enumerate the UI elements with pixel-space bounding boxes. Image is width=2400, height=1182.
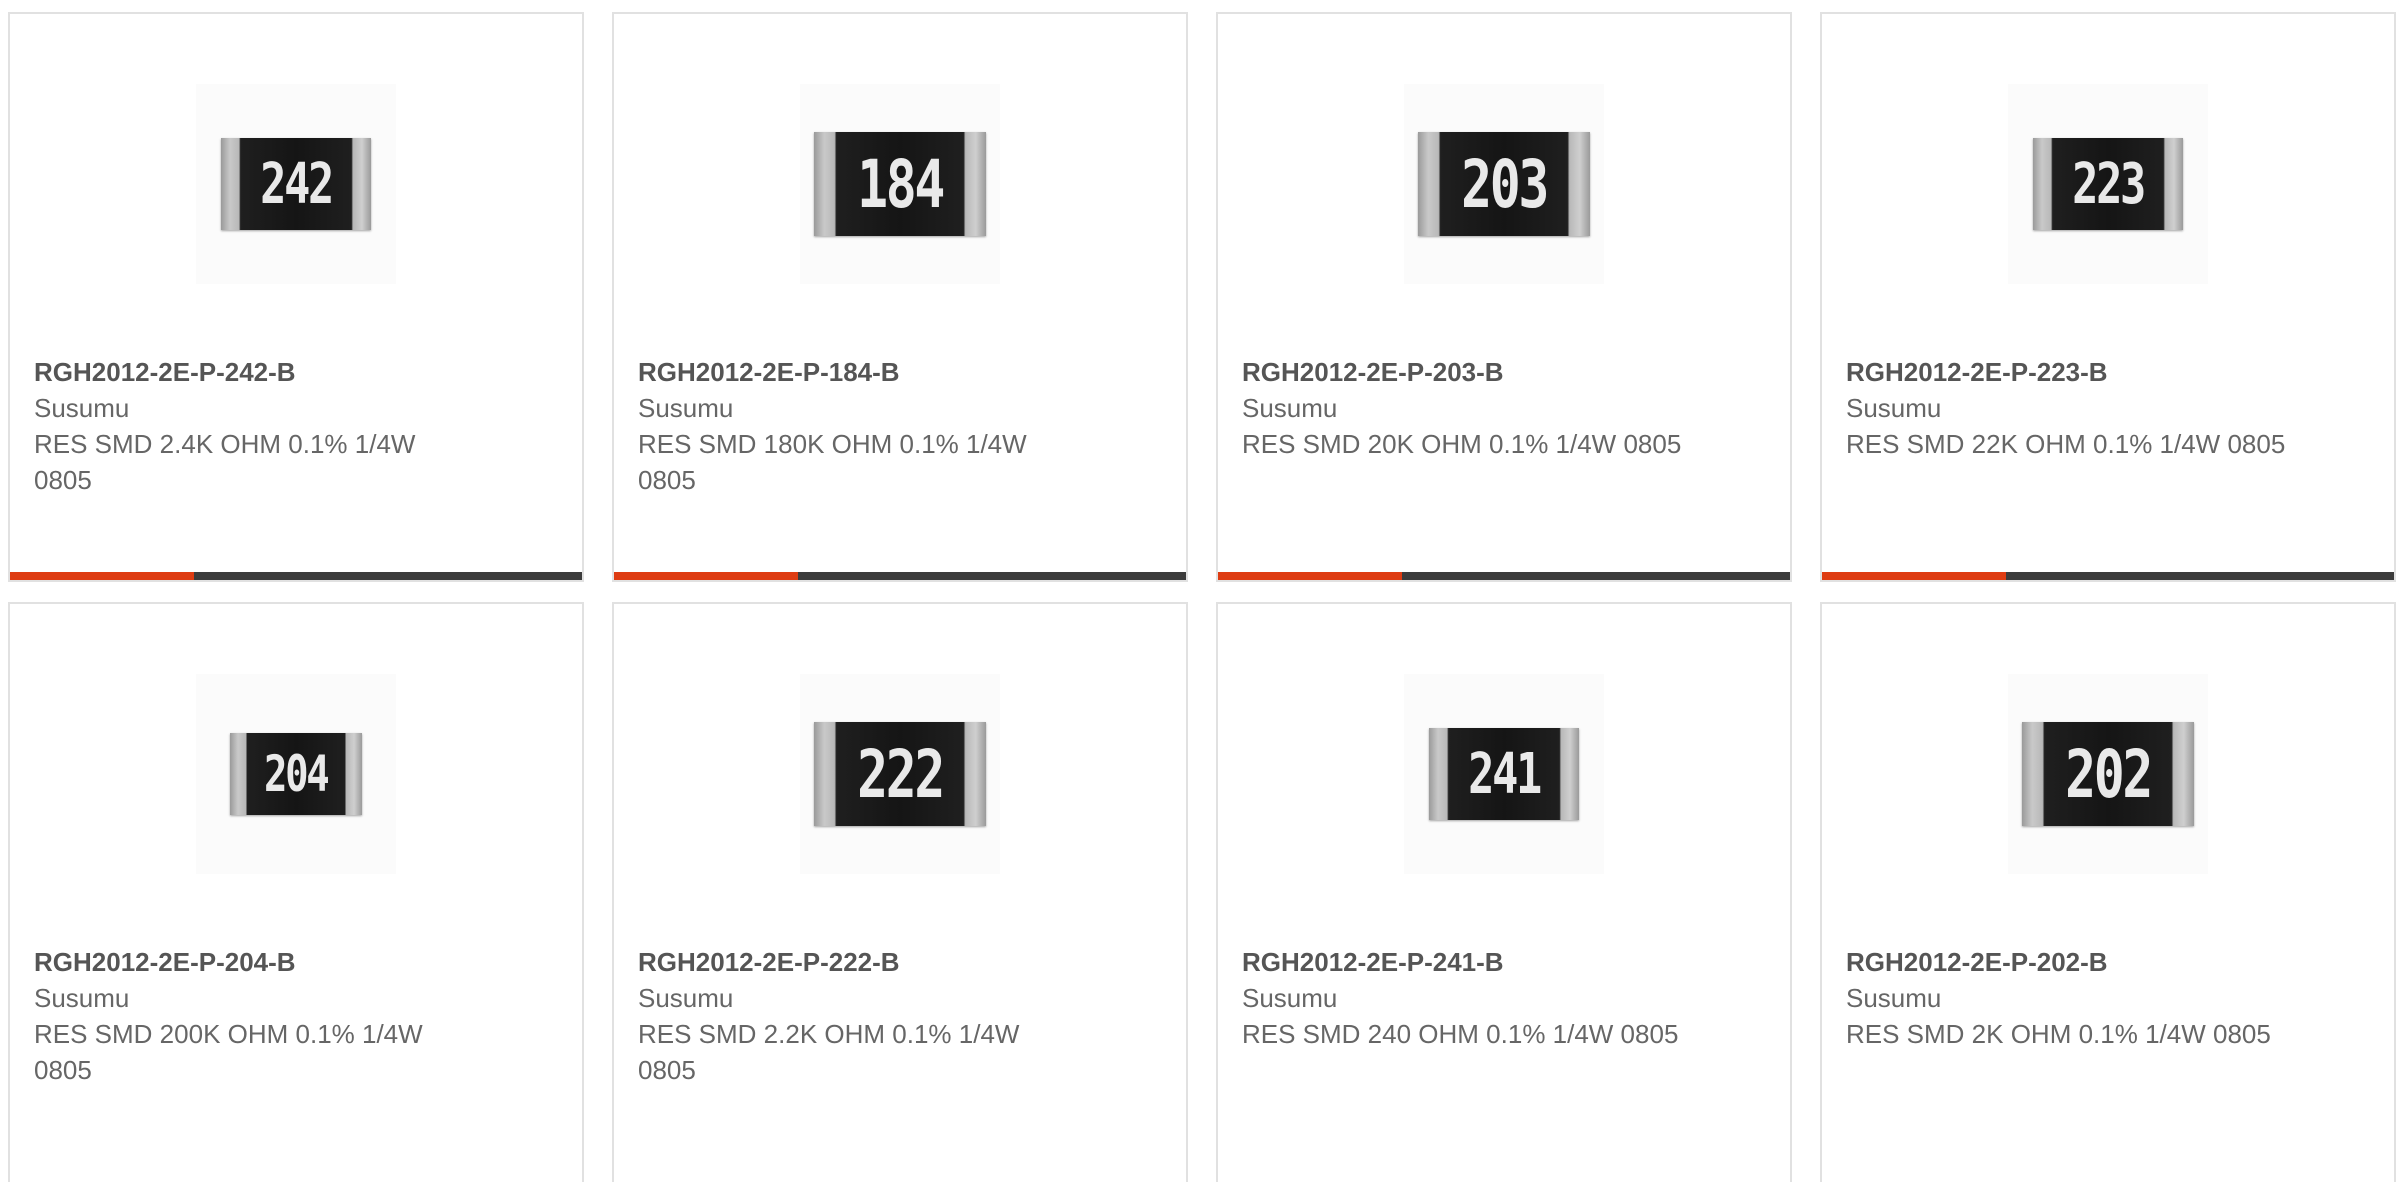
product-card[interactable]: 223 RGH2012-2E-P-223-B Susumu RES SMD 22… [1820,12,2396,582]
part-number-link[interactable]: RGH2012-2E-P-184-B [638,354,1162,390]
product-description: RES SMD 180K OHM 0.1% 1/4W 0805 [638,429,1027,495]
product-description: RES SMD 2.2K OHM 0.1% 1/4W 0805 [638,1019,1020,1085]
resistor-chip-image: 204 [230,733,362,815]
manufacturer-name: Susumu [34,393,130,423]
product-info: RGH2012-2E-P-203-B Susumu RES SMD 20K OH… [1242,354,1766,462]
chip-marking: 202 [2065,735,2153,813]
product-card[interactable]: 184 RGH2012-2E-P-184-B Susumu RES SMD 18… [612,12,1188,582]
product-image[interactable]: 223 [2008,84,2208,284]
product-description: RES SMD 20K OHM 0.1% 1/4W 0805 [1242,429,1682,459]
card-footer-accent [1822,572,2006,580]
card-footer-bar [1822,572,2394,580]
product-info: RGH2012-2E-P-241-B Susumu RES SMD 240 OH… [1242,944,1766,1052]
product-card[interactable]: 242 RGH2012-2E-P-242-B Susumu RES SMD 2.… [8,12,584,582]
chip-marking: 184 [857,145,945,223]
resistor-chip-image: 242 [221,138,371,230]
product-image[interactable]: 184 [800,84,1000,284]
resistor-chip-image: 202 [2022,722,2194,826]
product-description: RES SMD 22K OHM 0.1% 1/4W 0805 [1846,429,2286,459]
product-image[interactable]: 242 [196,84,396,284]
product-info: RGH2012-2E-P-202-B Susumu RES SMD 2K OHM… [1846,944,2370,1052]
part-number-link[interactable]: RGH2012-2E-P-241-B [1242,944,1766,980]
chip-marking: 204 [264,745,330,803]
product-card[interactable]: 204 RGH2012-2E-P-204-B Susumu RES SMD 20… [8,602,584,1182]
manufacturer-name: Susumu [1242,983,1338,1013]
card-footer-accent [614,572,798,580]
part-number-link[interactable]: RGH2012-2E-P-242-B [34,354,558,390]
manufacturer-name: Susumu [1846,393,1942,423]
manufacturer-name: Susumu [34,983,130,1013]
part-number-link[interactable]: RGH2012-2E-P-223-B [1846,354,2370,390]
product-image[interactable]: 222 [800,674,1000,874]
product-info: RGH2012-2E-P-223-B Susumu RES SMD 22K OH… [1846,354,2370,462]
product-description: RES SMD 2K OHM 0.1% 1/4W 0805 [1846,1019,2271,1049]
chip-marking: 203 [1461,145,1549,223]
part-number-link[interactable]: RGH2012-2E-P-204-B [34,944,558,980]
product-card[interactable]: 202 RGH2012-2E-P-202-B Susumu RES SMD 2K… [1820,602,2396,1182]
product-image[interactable]: 204 [196,674,396,874]
chip-marking: 222 [857,735,945,813]
resistor-chip-image: 241 [1429,728,1579,820]
product-description: RES SMD 2.4K OHM 0.1% 1/4W 0805 [34,429,416,495]
part-number-link[interactable]: RGH2012-2E-P-222-B [638,944,1162,980]
product-image[interactable]: 202 [2008,674,2208,874]
resistor-chip-image: 203 [1418,132,1590,236]
resistor-chip-image: 223 [2033,138,2183,230]
card-footer-accent [1218,572,1402,580]
product-description: RES SMD 200K OHM 0.1% 1/4W 0805 [34,1019,423,1085]
card-footer-accent [10,572,194,580]
product-info: RGH2012-2E-P-242-B Susumu RES SMD 2.4K O… [34,354,558,498]
chip-marking: 241 [1468,741,1542,807]
product-info: RGH2012-2E-P-222-B Susumu RES SMD 2.2K O… [638,944,1162,1088]
part-number-link[interactable]: RGH2012-2E-P-203-B [1242,354,1766,390]
product-info: RGH2012-2E-P-184-B Susumu RES SMD 180K O… [638,354,1162,498]
card-footer-bar [614,572,1186,580]
manufacturer-name: Susumu [1242,393,1338,423]
card-footer-bar [10,572,582,580]
product-grid: 242 RGH2012-2E-P-242-B Susumu RES SMD 2.… [0,0,2400,1182]
product-description: RES SMD 240 OHM 0.1% 1/4W 0805 [1242,1019,1679,1049]
manufacturer-name: Susumu [638,393,734,423]
resistor-chip-image: 222 [814,722,986,826]
product-image[interactable]: 203 [1404,84,1604,284]
chip-marking: 242 [260,151,334,217]
product-card[interactable]: 222 RGH2012-2E-P-222-B Susumu RES SMD 2.… [612,602,1188,1182]
manufacturer-name: Susumu [1846,983,1942,1013]
product-image[interactable]: 241 [1404,674,1604,874]
product-card[interactable]: 203 RGH2012-2E-P-203-B Susumu RES SMD 20… [1216,12,1792,582]
manufacturer-name: Susumu [638,983,734,1013]
part-number-link[interactable]: RGH2012-2E-P-202-B [1846,944,2370,980]
product-info: RGH2012-2E-P-204-B Susumu RES SMD 200K O… [34,944,558,1088]
product-card[interactable]: 241 RGH2012-2E-P-241-B Susumu RES SMD 24… [1216,602,1792,1182]
card-footer-bar [1218,572,1790,580]
chip-marking: 223 [2072,151,2146,217]
resistor-chip-image: 184 [814,132,986,236]
